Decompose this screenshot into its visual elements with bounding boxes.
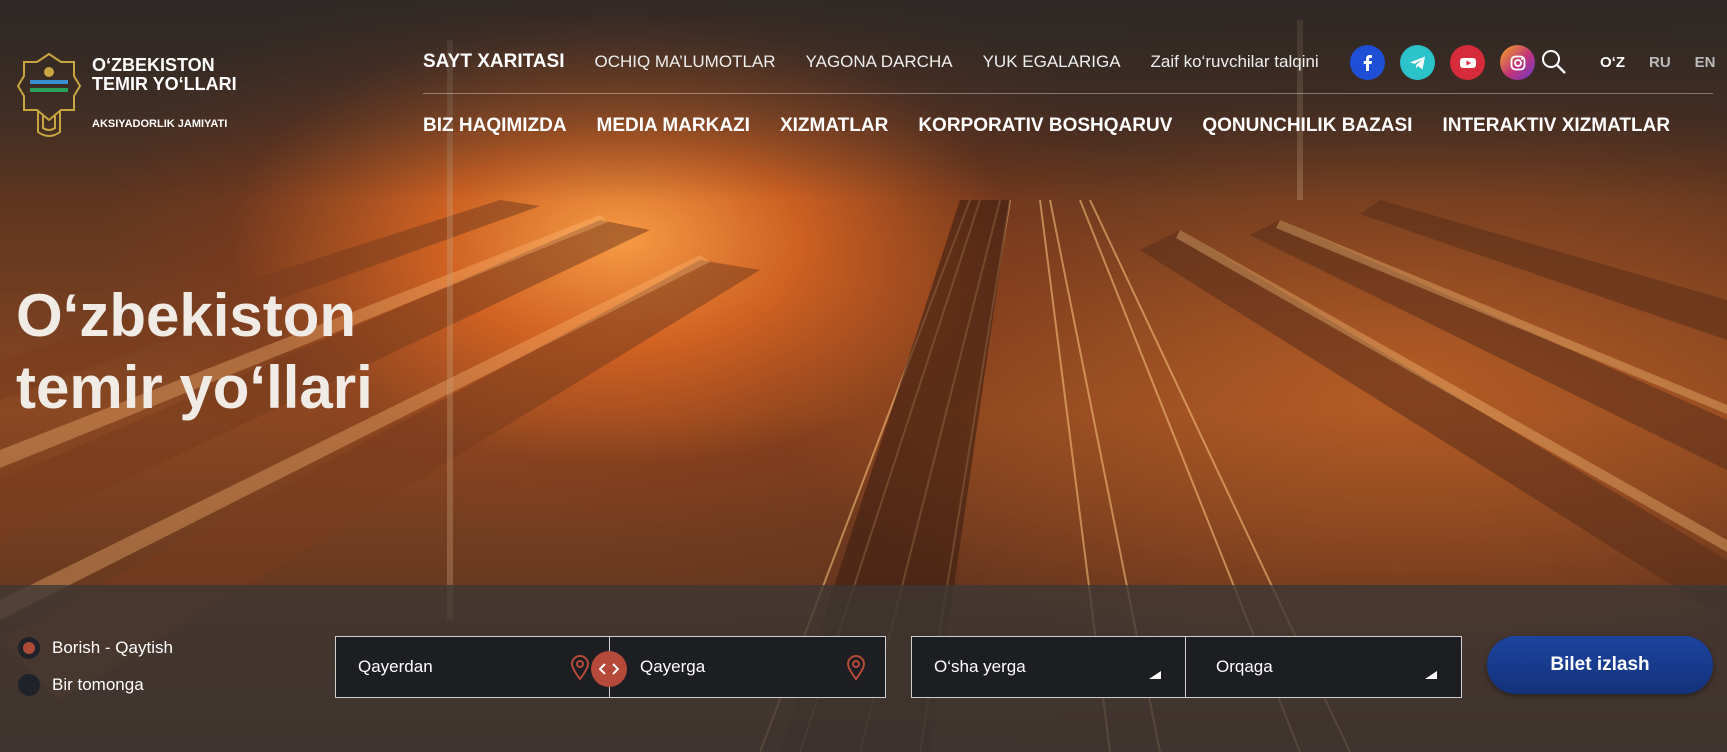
nav-media-markazi[interactable]: MEDIA MARKAZI xyxy=(597,115,750,137)
youtube-icon[interactable] xyxy=(1450,45,1485,80)
radio-one-way[interactable] xyxy=(18,674,40,696)
nav-biz-haqimizda[interactable]: BIZ HAQIMIZDA xyxy=(423,115,567,137)
to-station-placeholder: Qayerga xyxy=(640,657,706,676)
hero-title-line1: O‘zbekiston xyxy=(16,282,357,349)
main-nav: BIZ HAQIMIZDA MEDIA MARKAZI XIZMATLAR KO… xyxy=(423,115,1700,137)
departure-date-value: O‘sha yerga xyxy=(934,657,1026,676)
nav-xizmatlar[interactable]: XIZMATLAR xyxy=(780,115,888,137)
top-nav: SAYT XARITASI OCHIQ MA’LUMOTLAR YAGONA D… xyxy=(423,50,1349,74)
brand-title-line2: TEMIR YO‘LLARI xyxy=(92,74,237,94)
facebook-icon[interactable] xyxy=(1350,45,1385,80)
site-logo[interactable]: O‘ZBEKISTON TEMIR YO‘LLARI AKSIYADORLIK … xyxy=(16,50,256,140)
nav-interaktiv-xizmatlar[interactable]: INTERAKTIV XIZMATLAR xyxy=(1442,115,1670,137)
search-tickets-button[interactable]: Bilet izlash xyxy=(1487,636,1713,694)
nav-qonunchilik-bazasi[interactable]: QONUNCHILIK BAZASI xyxy=(1202,115,1412,137)
header-shade xyxy=(0,0,1727,200)
to-station-field[interactable]: Qayerga xyxy=(609,636,886,698)
nav-yagona-darcha[interactable]: YAGONA DARCHA xyxy=(806,52,953,72)
search-icon[interactable] xyxy=(1540,48,1568,76)
social-links xyxy=(1350,45,1550,80)
hero-title: O‘zbekiston temir yo‘llari xyxy=(16,280,373,424)
lang-uz[interactable]: O‘Z xyxy=(1600,54,1625,71)
dropdown-caret-icon xyxy=(1425,671,1437,679)
from-station-placeholder: Qayerdan xyxy=(358,657,433,676)
return-date-value: Orqaga xyxy=(1216,657,1273,676)
return-date-select[interactable]: Orqaga xyxy=(1185,636,1462,698)
trip-type-round-label: Borish - Qaytish xyxy=(52,638,173,657)
nav-accessibility-mode[interactable]: Zaif ko‘ruvchilar talqini xyxy=(1151,52,1319,72)
location-pin-icon xyxy=(846,655,866,681)
emblem-icon xyxy=(16,52,82,137)
nav-yuk-egalariga[interactable]: YUK EGALARIGA xyxy=(983,52,1121,72)
brand-subtitle: AKSIYADORLIK JAMIYATI xyxy=(92,118,228,130)
brand-title: O‘ZBEKISTON TEMIR YO‘LLARI xyxy=(92,56,262,94)
from-station-field[interactable]: Qayerdan xyxy=(335,636,610,698)
radio-round-trip[interactable] xyxy=(18,637,40,659)
hero-title-line2: temir yo‘llari xyxy=(16,354,373,421)
language-switcher: O‘Z RU EN xyxy=(1600,54,1727,71)
nav-korporativ-boshqaruv[interactable]: KORPORATIV BOSHQARUV xyxy=(918,115,1172,137)
lang-ru[interactable]: RU xyxy=(1649,54,1671,71)
dropdown-caret-icon xyxy=(1149,671,1161,679)
nav-sayt-xaritasi[interactable]: SAYT XARITASI xyxy=(423,51,564,73)
trip-type-round[interactable]: Borish - Qaytish xyxy=(18,637,173,659)
instagram-icon[interactable] xyxy=(1500,45,1535,80)
telegram-icon[interactable] xyxy=(1400,45,1435,80)
swap-stations-button[interactable] xyxy=(591,651,627,687)
swap-arrows-icon xyxy=(599,663,619,675)
nav-divider xyxy=(423,93,1713,94)
lang-en[interactable]: EN xyxy=(1695,54,1716,71)
nav-ochiq-malumotlar[interactable]: OCHIQ MA’LUMOTLAR xyxy=(594,52,775,72)
trip-type-oneway-label: Bir tomonga xyxy=(52,675,144,694)
brand-title-line1: O‘ZBEKISTON xyxy=(92,55,215,75)
departure-date-select[interactable]: O‘sha yerga xyxy=(911,636,1186,698)
trip-type-oneway[interactable]: Bir tomonga xyxy=(18,674,144,696)
location-pin-icon xyxy=(570,655,590,681)
